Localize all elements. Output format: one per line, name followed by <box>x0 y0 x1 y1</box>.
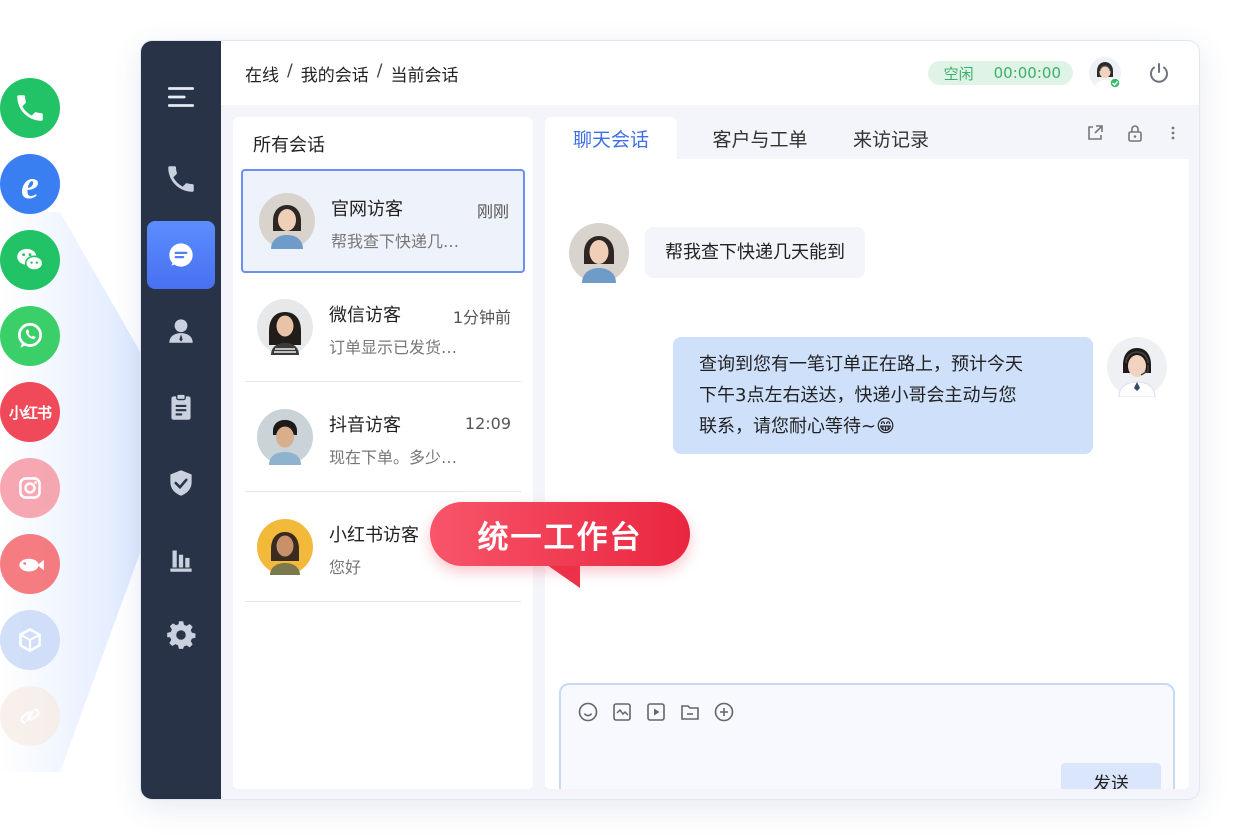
conversation-time: 刚刚 <box>476 202 509 221</box>
status-label: 空闲 <box>943 64 974 83</box>
sidebar-item-contacts[interactable] <box>147 297 215 365</box>
conversation-preview: 现在下单。多少… <box>329 448 458 467</box>
conversation-item[interactable]: 官网访客 刚刚 帮我查下快递几… <box>241 169 525 273</box>
share-icon[interactable] <box>1085 123 1105 143</box>
folder-icon[interactable] <box>679 701 701 723</box>
chat-tabs: 聊天会话 客户与工单 来访记录 <box>545 117 1189 159</box>
conversation-preview: 帮我查下快递几… <box>331 232 460 251</box>
message-line: 查询到您有一笔订单正在路上，预计今天 <box>699 354 1023 375</box>
bar-chart-icon <box>170 550 192 572</box>
gear-icon <box>167 621 196 649</box>
conversation-item[interactable]: 抖音访客 12:09 现在下单。多少… <box>241 387 525 491</box>
breadcrumb-current: 当前会话 <box>390 65 459 86</box>
tab-customer-tickets[interactable]: 客户与工单 <box>693 117 827 159</box>
sidebar-item-security[interactable] <box>147 449 215 517</box>
sidebar-item-reports[interactable] <box>147 525 215 593</box>
conversation-name: 官网访客 <box>331 199 403 220</box>
clipboard-icon <box>171 393 191 420</box>
message-line: 联系，请您耐心等待~😁 <box>699 416 895 437</box>
message-composer[interactable]: 发送 <box>559 683 1175 789</box>
visitor-avatar <box>257 299 313 355</box>
send-button[interactable]: 发送 <box>1061 763 1161 789</box>
ie-browser-icon: e <box>0 154 60 214</box>
instagram-icon <box>0 458 60 518</box>
conversation-list-title: 所有会话 <box>253 135 325 156</box>
conversation-item[interactable]: 微信访客 1分钟前 订单显示已发货… <box>241 277 525 381</box>
conversation-preview: 订单显示已发货… <box>329 338 458 357</box>
breadcrumb-item[interactable]: 在线 <box>245 61 279 86</box>
list-divider <box>245 491 521 492</box>
breadcrumb-item[interactable]: 我的会话 <box>301 61 369 86</box>
sidebar-item-menu[interactable] <box>147 63 215 131</box>
top-bar: 在线 / 我的会话 / 当前会话 空闲 00:00:00 <box>221 41 1199 105</box>
conversation-name: 小红书访客 <box>329 525 419 546</box>
conversation-name: 抖音访客 <box>329 415 401 436</box>
cube-icon <box>0 610 60 670</box>
agent-message: 查询到您有一笔订单正在路上，预计今天 下午3点左右送达，快递小哥会主动与您 联系… <box>673 337 1093 454</box>
visitor-avatar <box>257 409 313 465</box>
visitor-avatar <box>257 519 313 575</box>
agent-avatar[interactable] <box>1089 57 1121 89</box>
list-divider <box>245 381 521 382</box>
conversation-preview: 您好 <box>329 558 362 577</box>
sidebar-item-chat[interactable] <box>147 221 215 289</box>
visitor-avatar <box>259 193 315 249</box>
sidebar-item-phone[interactable] <box>147 145 215 213</box>
status-timer: 00:00:00 <box>993 64 1061 82</box>
conversation-list-panel: 所有会话 官网访客 刚刚 帮我查下快递几… 微信访客 1分钟前 订单显示已发货…… <box>233 117 533 789</box>
agent-avatar <box>1107 337 1167 397</box>
phone-channel-icon <box>0 78 60 138</box>
sidebar <box>141 41 221 799</box>
conversation-name: 微信访客 <box>329 305 401 326</box>
unified-workbench-callout: 统一工作台 <box>430 502 690 566</box>
conversation-time: 1分钟前 <box>452 308 511 327</box>
chat-icon <box>169 243 193 267</box>
plus-circle-icon[interactable] <box>713 701 735 723</box>
sidebar-item-tickets[interactable] <box>147 373 215 441</box>
sidebar-item-settings[interactable] <box>147 601 215 669</box>
wechat-icon <box>0 230 60 290</box>
menu-icon <box>167 87 195 107</box>
tab-visit-history[interactable]: 来访记录 <box>835 117 947 159</box>
list-divider <box>245 601 521 602</box>
breadcrumb: 在线 / 我的会话 / 当前会话 <box>245 61 458 86</box>
shield-icon <box>170 470 192 496</box>
user-icon <box>169 319 193 343</box>
lock-icon[interactable] <box>1125 123 1145 143</box>
xiaohongshu-icon: 小红书 <box>0 382 60 442</box>
power-icon[interactable] <box>1147 61 1171 85</box>
emoji-icon[interactable] <box>577 701 599 723</box>
message-line: 下午3点左右送达，快递小哥会主动与您 <box>699 385 1017 406</box>
whatsapp-icon <box>0 306 60 366</box>
visitor-message: 帮我查下快递几天能到 <box>645 227 865 278</box>
video-icon[interactable] <box>645 701 667 723</box>
conversation-time: 12:09 <box>464 414 511 433</box>
chat-panel: 聊天会话 客户与工单 来访记录 帮我查下快递几天能到 查询到您有一笔订单正在路上… <box>545 117 1189 789</box>
agent-status-badge[interactable]: 空闲 00:00:00 <box>927 61 1073 85</box>
fish-icon <box>0 534 60 594</box>
more-icon[interactable] <box>1163 123 1183 143</box>
tab-chat[interactable]: 聊天会话 <box>545 117 677 159</box>
visitor-avatar <box>569 223 629 283</box>
screenshot-icon[interactable] <box>611 701 633 723</box>
phone-icon <box>168 166 194 192</box>
workbench-window: 在线 / 我的会话 / 当前会话 空闲 00:00:00 所有会话 官网访客 刚… <box>140 40 1200 800</box>
breadcrumb-separator: / <box>287 60 293 81</box>
breadcrumb-separator: / <box>376 60 383 81</box>
link-icon <box>0 686 60 746</box>
